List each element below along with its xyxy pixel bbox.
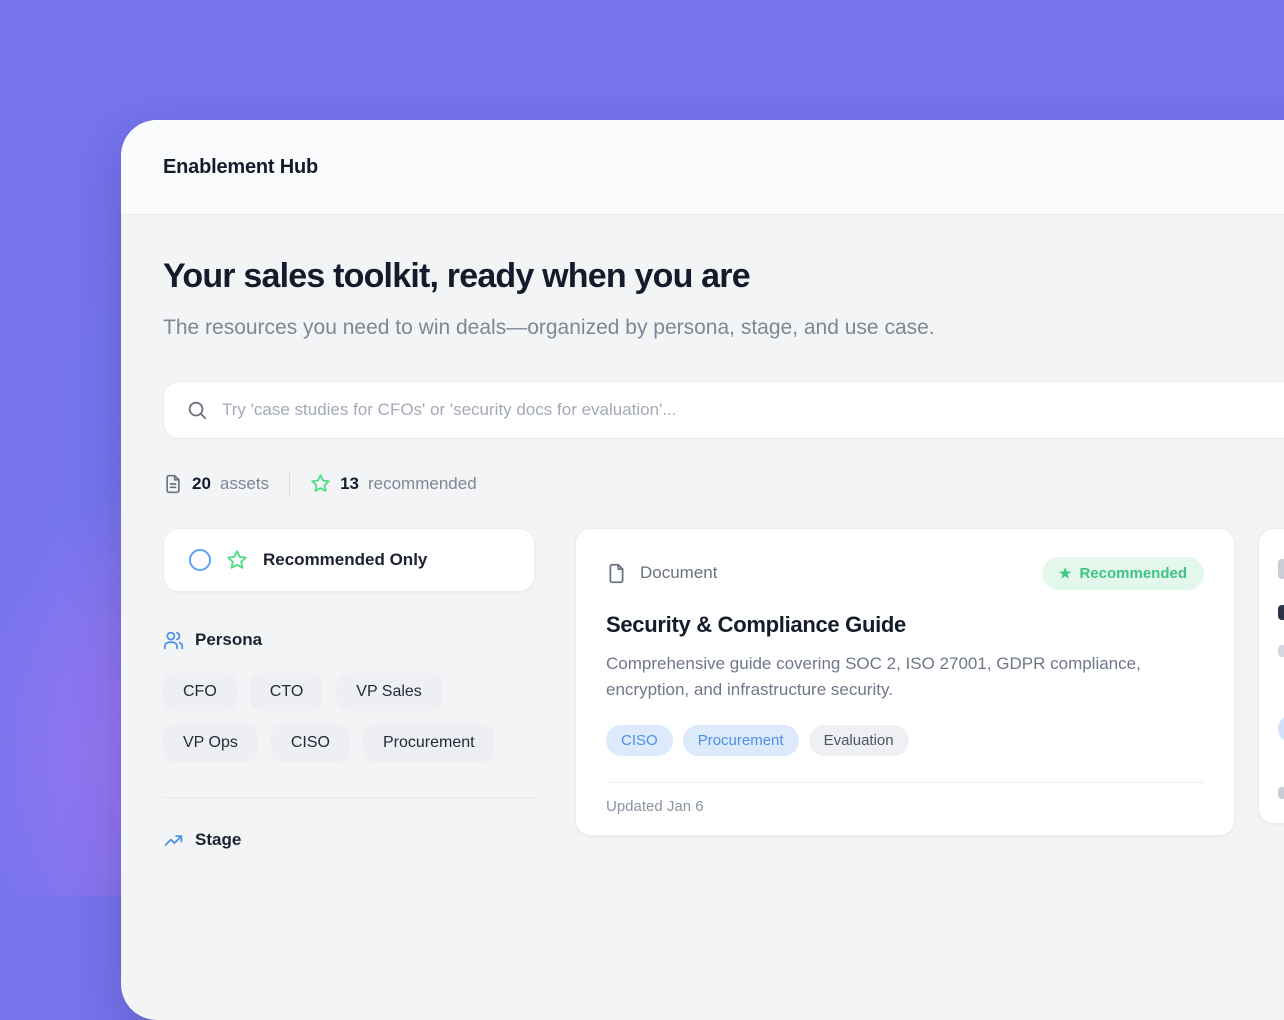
asset-card-security-compliance-guide[interactable]: Document ★ Recommended Security & Compli…	[575, 528, 1235, 837]
partial-card-description-fragment	[1278, 645, 1284, 657]
stage-section-label: Stage	[195, 830, 241, 850]
app-header: Enablement Hub	[121, 120, 1284, 215]
persona-chip-vp-ops[interactable]: VP Ops	[163, 724, 258, 762]
tag-ciso[interactable]: CISO	[606, 725, 673, 756]
file-icon	[606, 563, 627, 584]
persona-chip-cfo[interactable]: CFO	[163, 673, 237, 711]
persona-chip-procurement[interactable]: Procurement	[363, 724, 495, 762]
partial-card-footer-fragment	[1278, 787, 1284, 799]
stage-section-header: Stage	[163, 830, 535, 851]
page-subtitle: The resources you need to win deals—orga…	[163, 312, 993, 345]
file-text-icon	[163, 474, 183, 494]
card-type: Document	[606, 563, 717, 584]
assets-count: 20	[192, 474, 211, 494]
toggle-circle-icon[interactable]	[189, 549, 211, 571]
filters-sidebar: Recommended Only Persona CFO CTO VP Sale…	[163, 528, 535, 851]
panel-content: Your sales toolkit, ready when you are T…	[121, 215, 1284, 851]
trending-up-icon	[163, 830, 184, 851]
partial-card-type-icon	[1278, 559, 1284, 579]
main-panel: Enablement Hub Your sales toolkit, ready…	[121, 120, 1284, 1020]
card-tags: CISO Procurement Evaluation	[606, 725, 1204, 756]
page-title: Your sales toolkit, ready when you are	[163, 257, 1284, 296]
recommended-stat: 13 recommended	[310, 473, 477, 494]
recommended-only-label: Recommended Only	[263, 550, 427, 570]
recommended-count: 13	[340, 474, 359, 494]
persona-section-header: Persona	[163, 630, 535, 651]
asset-card-partial[interactable]	[1258, 528, 1284, 824]
partial-card-title-fragment	[1278, 605, 1284, 620]
users-icon	[163, 630, 184, 651]
card-type-label: Document	[640, 563, 717, 583]
star-filled-icon: ★	[1059, 566, 1072, 580]
filters-divider	[163, 797, 535, 798]
card-updated-date: Updated Jan 6	[606, 782, 1204, 835]
stats-divider	[289, 472, 290, 496]
card-description: Comprehensive guide covering SOC 2, ISO …	[606, 651, 1196, 704]
persona-chip-cto[interactable]: CTO	[250, 673, 323, 711]
card-title[interactable]: Security & Compliance Guide	[606, 612, 1204, 638]
card-type-row: Document ★ Recommended	[606, 557, 1204, 590]
recommended-badge-label: Recommended	[1079, 565, 1187, 582]
stats-row: 20 assets 13 recommended	[163, 472, 1284, 496]
tag-evaluation[interactable]: Evaluation	[809, 725, 909, 756]
partial-card-tag-fragment	[1278, 715, 1284, 743]
persona-chip-ciso[interactable]: CISO	[271, 724, 350, 762]
cards-grid: Document ★ Recommended Security & Compli…	[575, 528, 1284, 837]
persona-section-label: Persona	[195, 630, 262, 650]
persona-chip-vp-sales[interactable]: VP Sales	[336, 673, 442, 711]
tag-procurement[interactable]: Procurement	[683, 725, 799, 756]
search-input[interactable]	[222, 400, 1284, 420]
search-icon	[186, 399, 208, 421]
star-outline-icon	[310, 473, 331, 494]
assets-label: assets	[220, 474, 269, 494]
search-bar[interactable]	[163, 381, 1284, 439]
assets-stat: 20 assets	[163, 474, 269, 494]
recommended-label: recommended	[368, 474, 477, 494]
recommended-only-toggle[interactable]: Recommended Only	[163, 528, 535, 592]
recommended-badge: ★ Recommended	[1042, 557, 1204, 590]
star-outline-icon	[226, 549, 248, 571]
persona-chips: CFO CTO VP Sales VP Ops CISO Procurement	[163, 673, 543, 762]
main-row: Recommended Only Persona CFO CTO VP Sale…	[163, 528, 1284, 851]
app-title: Enablement Hub	[163, 156, 318, 179]
